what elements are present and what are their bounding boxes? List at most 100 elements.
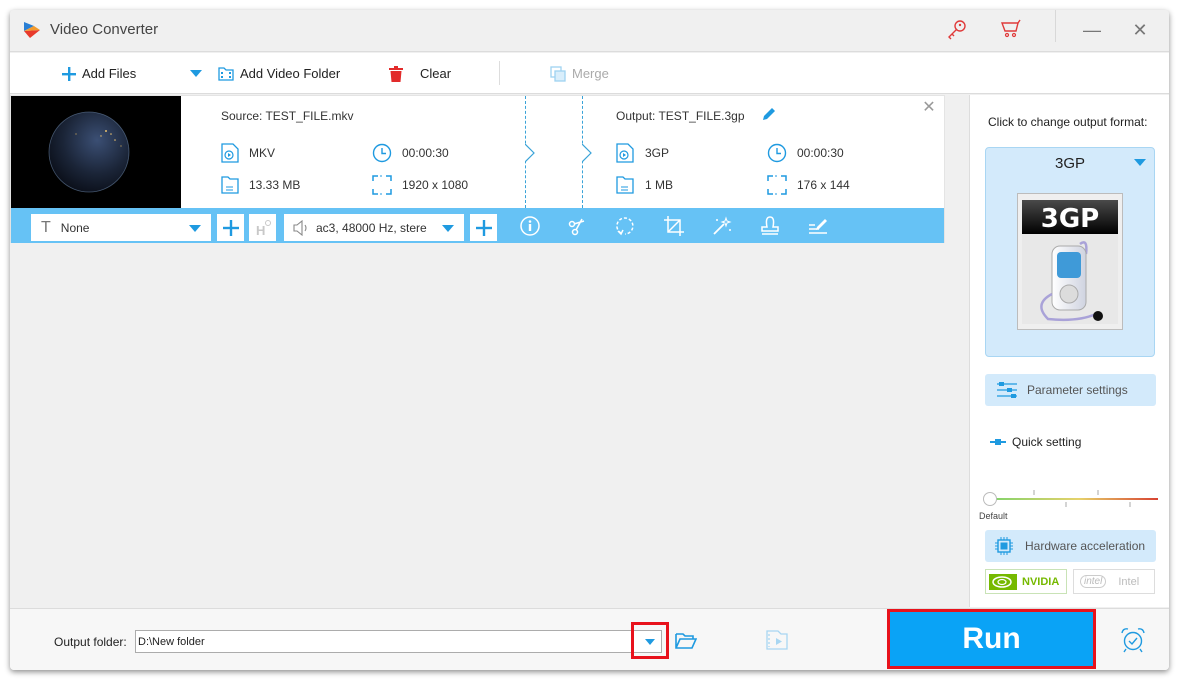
subtitle-select[interactable]: T None (31, 214, 211, 241)
sliders-icon (997, 382, 1017, 398)
quick-setting-icon (990, 439, 1006, 445)
edit-text-icon[interactable] (807, 215, 829, 237)
title-separator (1055, 10, 1056, 42)
subtitle-value: None (60, 220, 90, 235)
output-folder-input[interactable] (135, 630, 662, 653)
toolbar-separator (499, 61, 500, 85)
output-folder-label: Output folder: (54, 635, 127, 649)
format-name: 3GP (1054, 155, 1085, 172)
parameter-settings-button[interactable]: Parameter settings (985, 374, 1156, 406)
resolution-icon (372, 175, 392, 195)
plus-icon (62, 66, 76, 81)
source-size: 13.33 MB (249, 178, 301, 192)
caret-down-icon (1134, 159, 1146, 166)
add-files-button[interactable]: Add Files (62, 53, 136, 94)
clear-label: Clear (420, 66, 452, 81)
add-audio-button[interactable] (470, 214, 497, 241)
alarm-clock-icon[interactable] (1120, 627, 1146, 653)
scissors-icon[interactable] (566, 215, 588, 237)
source-format: MKV (249, 146, 276, 160)
magic-wand-icon[interactable] (711, 215, 733, 237)
video-thumbnail[interactable] (11, 96, 181, 208)
plus-icon (475, 219, 492, 236)
merge-button[interactable]: Merge (550, 53, 609, 94)
parameter-settings-label: Parameter settings (1027, 383, 1128, 397)
speaker-icon (293, 219, 307, 236)
caret-down-icon (442, 225, 454, 232)
minimize-button[interactable]: — (1082, 20, 1102, 40)
clear-button[interactable]: Clear (388, 53, 451, 94)
chip-icon (995, 537, 1013, 555)
hardsub-icon: H (256, 219, 271, 238)
quick-setting-label: Quick setting (990, 435, 1081, 449)
toolbar: Add Files Add Video Folder Clear Merge (10, 53, 1169, 94)
output-resolution: 176 x 144 (797, 178, 850, 192)
hardware-acceleration-label: Hardware acceleration (1025, 539, 1146, 553)
trash-icon (389, 65, 403, 82)
cart-icon[interactable] (1000, 18, 1022, 40)
info-icon[interactable] (519, 215, 541, 237)
add-video-folder-button[interactable]: Add Video Folder (218, 53, 340, 94)
format-3gp-image: 3GP (1017, 193, 1123, 330)
caret-down-icon (189, 225, 201, 232)
edit-pencil-icon[interactable] (761, 106, 777, 122)
file-size-icon (616, 176, 634, 194)
open-folder-icon[interactable] (675, 632, 697, 650)
change-format-label: Click to change output format: (988, 115, 1148, 129)
video-file-icon (221, 143, 239, 163)
add-subtitle-button[interactable] (217, 214, 244, 241)
source-filename: Source: TEST_FILE.mkv (221, 109, 354, 123)
clock-icon (372, 143, 392, 163)
output-size: 1 MB (645, 178, 674, 192)
svg-text:3GP: 3GP (1041, 204, 1100, 234)
output-filename: Output: TEST_FILE.3gp (616, 109, 745, 123)
remove-file-button[interactable]: ✕ (921, 100, 937, 116)
intel-button[interactable]: intel Intel (1073, 569, 1155, 594)
caret-down-icon (190, 69, 202, 77)
slider-default-label: Default (979, 511, 1008, 521)
output-duration: 00:00:30 (797, 146, 844, 160)
close-button[interactable]: ✕ (1130, 20, 1150, 40)
caret-down-icon (645, 639, 655, 645)
quality-slider[interactable]: Default (979, 480, 1168, 521)
text-icon: T (41, 218, 51, 236)
nvidia-label: NVIDIA (1022, 575, 1060, 588)
svg-text:H: H (256, 223, 265, 238)
hardsub-button[interactable]: H (249, 214, 276, 241)
arrow-right-icon (582, 144, 592, 162)
app-title: Video Converter (50, 21, 159, 38)
item-edit-bar: T None H ac3, 48000 Hz, stere (11, 208, 944, 243)
merge-label: Merge (572, 66, 609, 81)
resolution-icon (767, 175, 787, 195)
clock-icon (767, 143, 787, 163)
app-logo-icon (24, 22, 40, 38)
output-folder-dropdown-button[interactable] (631, 622, 669, 659)
watermark-stamp-icon[interactable] (759, 215, 781, 237)
source-duration: 00:00:30 (402, 146, 449, 160)
plus-icon (222, 219, 239, 236)
bottom-bar: Output folder: Run (10, 608, 1169, 670)
rotate-icon[interactable] (614, 215, 636, 237)
earth-thumbnail-image (11, 96, 181, 208)
merge-icon (550, 65, 566, 82)
quick-setting-text: Quick setting (1012, 435, 1082, 449)
intel-logo-icon: intel (1080, 575, 1107, 588)
hardware-acceleration-button[interactable]: Hardware acceleration (985, 530, 1156, 562)
output-format: 3GP (645, 146, 670, 160)
add-files-dropdown[interactable] (190, 53, 208, 94)
run-button[interactable]: Run (887, 609, 1096, 669)
video-file-icon (616, 143, 634, 163)
source-resolution: 1920 x 1080 (402, 178, 469, 192)
app-window: Video Converter — ✕ Add Files Add Video … (10, 10, 1169, 670)
slider-thumb[interactable] (983, 492, 997, 506)
nvidia-logo-icon (989, 573, 1017, 590)
video-preview-icon[interactable] (766, 630, 788, 650)
nvidia-button[interactable]: NVIDIA (985, 569, 1067, 594)
key-icon[interactable] (946, 18, 968, 40)
audio-track-select[interactable]: ac3, 48000 Hz, stere (284, 214, 464, 241)
arrow-right-icon (525, 144, 535, 162)
crop-icon[interactable] (663, 215, 685, 237)
file-size-icon (221, 176, 239, 194)
file-item[interactable]: Source: TEST_FILE.mkv MKV 00:00:30 13.33… (10, 95, 945, 243)
output-format-selector[interactable]: 3GP 3GP (985, 147, 1155, 357)
